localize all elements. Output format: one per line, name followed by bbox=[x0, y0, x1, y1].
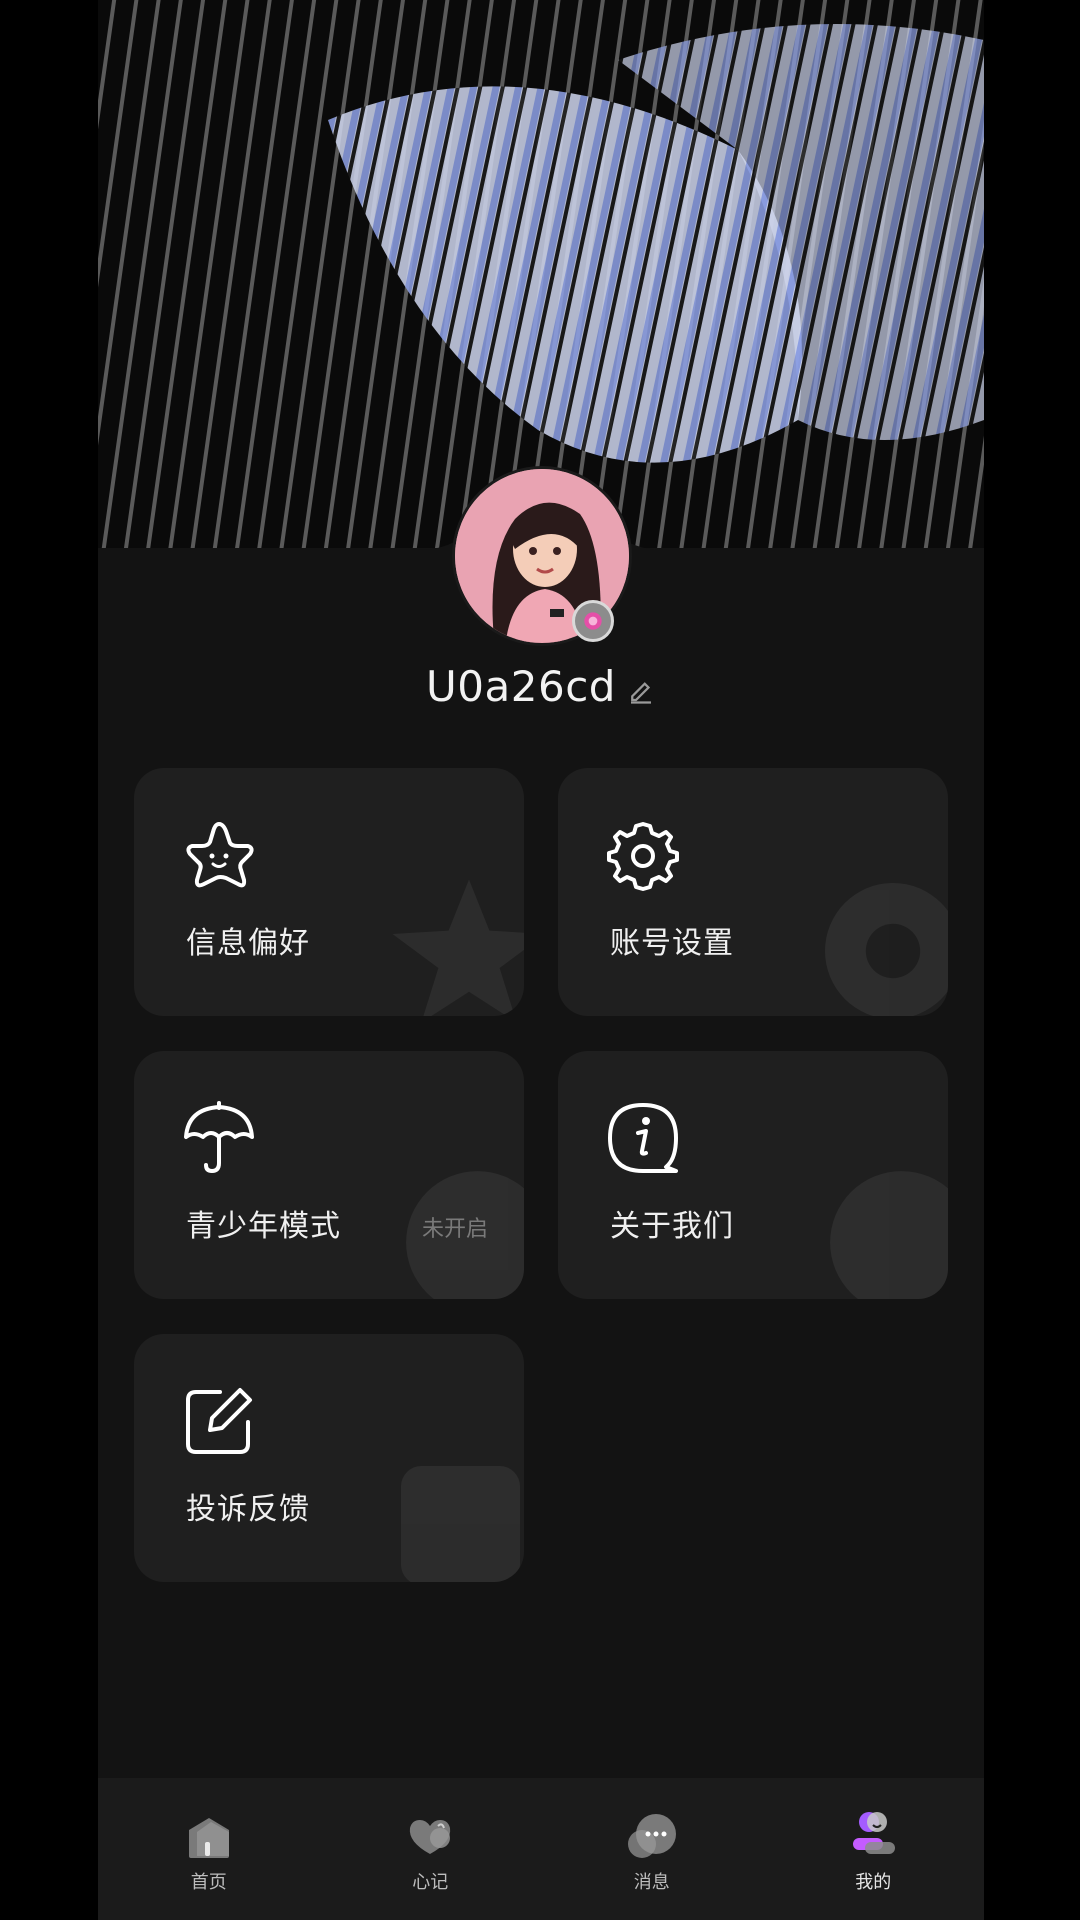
about-us-label: 关于我们 bbox=[610, 1209, 734, 1244]
edit-square-icon bbox=[186, 1388, 252, 1454]
edit-watermark-icon bbox=[401, 1466, 520, 1582]
gear-watermark-icon bbox=[825, 883, 948, 1016]
profile-icon bbox=[853, 1812, 896, 1854]
nav-messages-label: 消息 bbox=[633, 1872, 670, 1893]
info-watermark-icon bbox=[830, 1171, 948, 1299]
camera-icon bbox=[584, 612, 602, 630]
heart-note-icon bbox=[410, 1820, 451, 1854]
profile-screen: U0a26cd 信息偏好 账号设置 青少年模式 未开启 关于我们 投诉反馈 首页… bbox=[98, 0, 984, 1920]
feedback-card[interactable]: 投诉反馈 bbox=[134, 1334, 524, 1582]
nav-home[interactable]: 首页 bbox=[98, 1778, 320, 1920]
star-watermark-icon bbox=[392, 879, 524, 1016]
account-settings-label: 账号设置 bbox=[610, 926, 734, 961]
nav-messages[interactable]: 消息 bbox=[541, 1778, 763, 1920]
nav-profile-label: 我的 bbox=[855, 1872, 892, 1893]
youth-mode-label: 青少年模式 bbox=[186, 1209, 341, 1244]
home-icon bbox=[188, 1818, 229, 1858]
gear-icon bbox=[607, 822, 679, 891]
account-settings-card[interactable]: 账号设置 bbox=[558, 768, 948, 1016]
nav-heart-note[interactable]: 心记 bbox=[320, 1778, 542, 1920]
umbrella-icon bbox=[184, 1101, 254, 1174]
info-bubble-icon bbox=[608, 1103, 678, 1173]
preferences-label: 信息偏好 bbox=[186, 926, 310, 961]
about-us-card[interactable]: 关于我们 bbox=[558, 1051, 948, 1299]
avatar-badge[interactable] bbox=[572, 600, 614, 642]
preferences-card[interactable]: 信息偏好 bbox=[134, 768, 524, 1016]
nav-heart-note-label: 心记 bbox=[412, 1872, 449, 1893]
star-face-icon bbox=[186, 822, 254, 888]
message-icon bbox=[627, 1814, 676, 1858]
username-row: U0a26cd bbox=[98, 656, 984, 716]
nav-home-label: 首页 bbox=[190, 1872, 227, 1893]
youth-mode-status: 未开启 bbox=[421, 1217, 488, 1242]
username: U0a26cd bbox=[426, 661, 616, 711]
bottom-nav: 首页 心记 消息 我的 bbox=[98, 1778, 984, 1920]
feedback-label: 投诉反馈 bbox=[186, 1492, 310, 1527]
edit-name-icon[interactable] bbox=[626, 675, 656, 705]
youth-mode-card[interactable]: 青少年模式 未开启 bbox=[134, 1051, 524, 1299]
nav-profile[interactable]: 我的 bbox=[763, 1778, 985, 1920]
